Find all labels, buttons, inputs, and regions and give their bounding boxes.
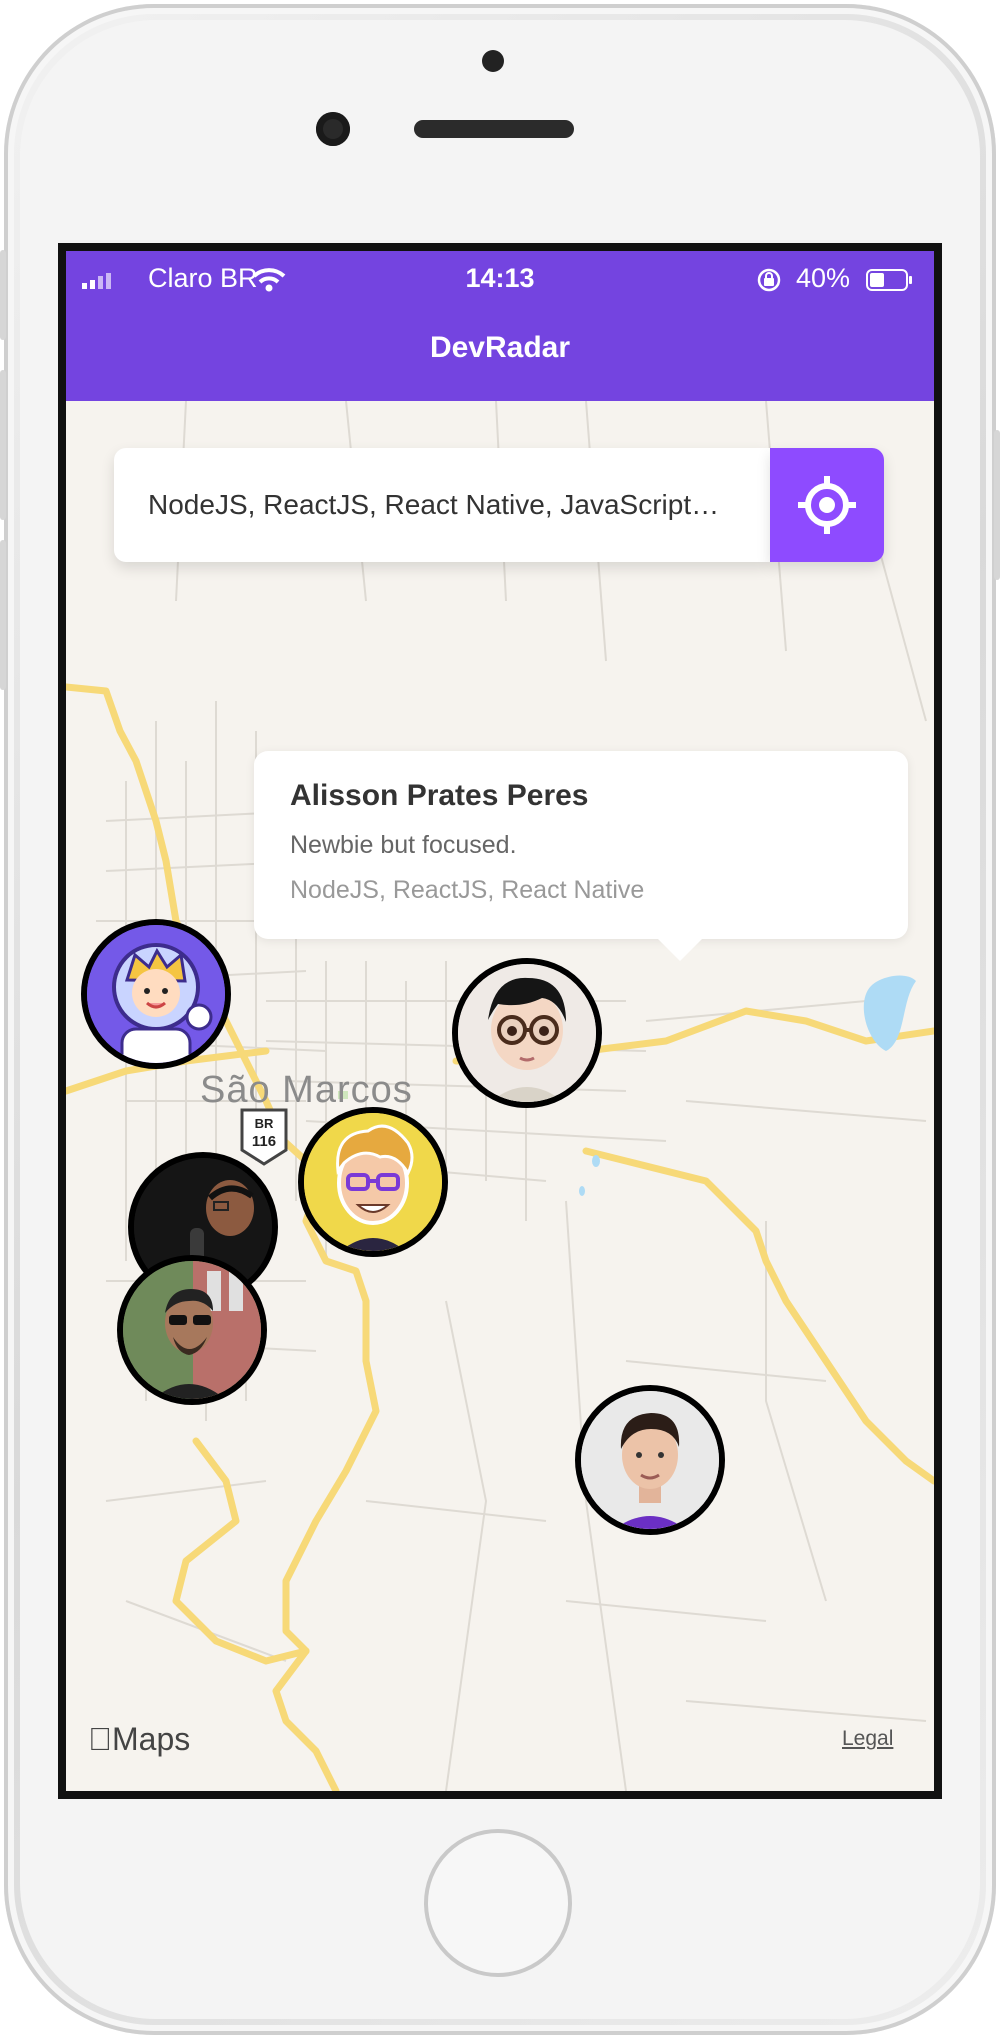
locate-button[interactable] (770, 448, 884, 562)
proximity-sensor (482, 50, 504, 72)
mute-switch (0, 250, 6, 340)
shield-top-text: BR (255, 1116, 274, 1131)
glasses-boy-illustration-icon (458, 964, 596, 1102)
astronaut-illustration-icon (87, 925, 225, 1063)
purple-shirt-avatar[interactable] (575, 1385, 725, 1535)
rotation-lock-icon (757, 268, 781, 292)
front-camera-icon (316, 112, 350, 146)
power-button (994, 430, 1000, 580)
glasses-avatar[interactable] (452, 958, 602, 1108)
town-label: São Marcos (200, 1069, 413, 1111)
sunglasses-man-photo-icon (123, 1261, 261, 1399)
purple-shirt-man-photo-icon (581, 1391, 719, 1529)
battery-percent: 40% (796, 263, 851, 293)
dev-techs: NodeJS, ReactJS, React Native (290, 876, 645, 904)
volume-down-button (0, 540, 6, 690)
search-input[interactable] (114, 448, 770, 562)
battery-icon (866, 269, 912, 291)
blonde-avatar[interactable] (298, 1107, 448, 1257)
my-location-icon (798, 476, 856, 534)
home-button[interactable] (424, 1829, 572, 1977)
dev-callout[interactable]: Alisson Prates Peres Newbie but focused.… (254, 751, 908, 961)
status-bar: Claro BR 14:13 40% (66, 263, 934, 299)
apple-maps-attribution: Maps (88, 1721, 190, 1758)
blonde-man-illustration-icon (304, 1113, 442, 1251)
dev-bio: Newbie but focused. (290, 831, 517, 859)
dev-name: Alisson Prates Peres (290, 779, 589, 812)
volume-up-button (0, 370, 6, 520)
app-screen: São Marcos BR 116 Maps Legal Claro BR (66, 251, 934, 1791)
app-header: Claro BR 14:13 40% DevRadar (66, 251, 934, 401)
highway-shield-icon: BR 116 (238, 1106, 290, 1168)
apple-logo-icon:  (88, 1721, 112, 1757)
astronaut-avatar[interactable] (81, 919, 231, 1069)
earpiece-speaker (414, 120, 574, 138)
page-title: DevRadar (429, 331, 571, 364)
sunglasses-avatar[interactable] (117, 1255, 267, 1405)
shield-number-text: 116 (252, 1133, 276, 1150)
legal-link[interactable]: Legal (842, 1727, 893, 1751)
maps-attribution-text: Maps (88, 1721, 190, 1757)
